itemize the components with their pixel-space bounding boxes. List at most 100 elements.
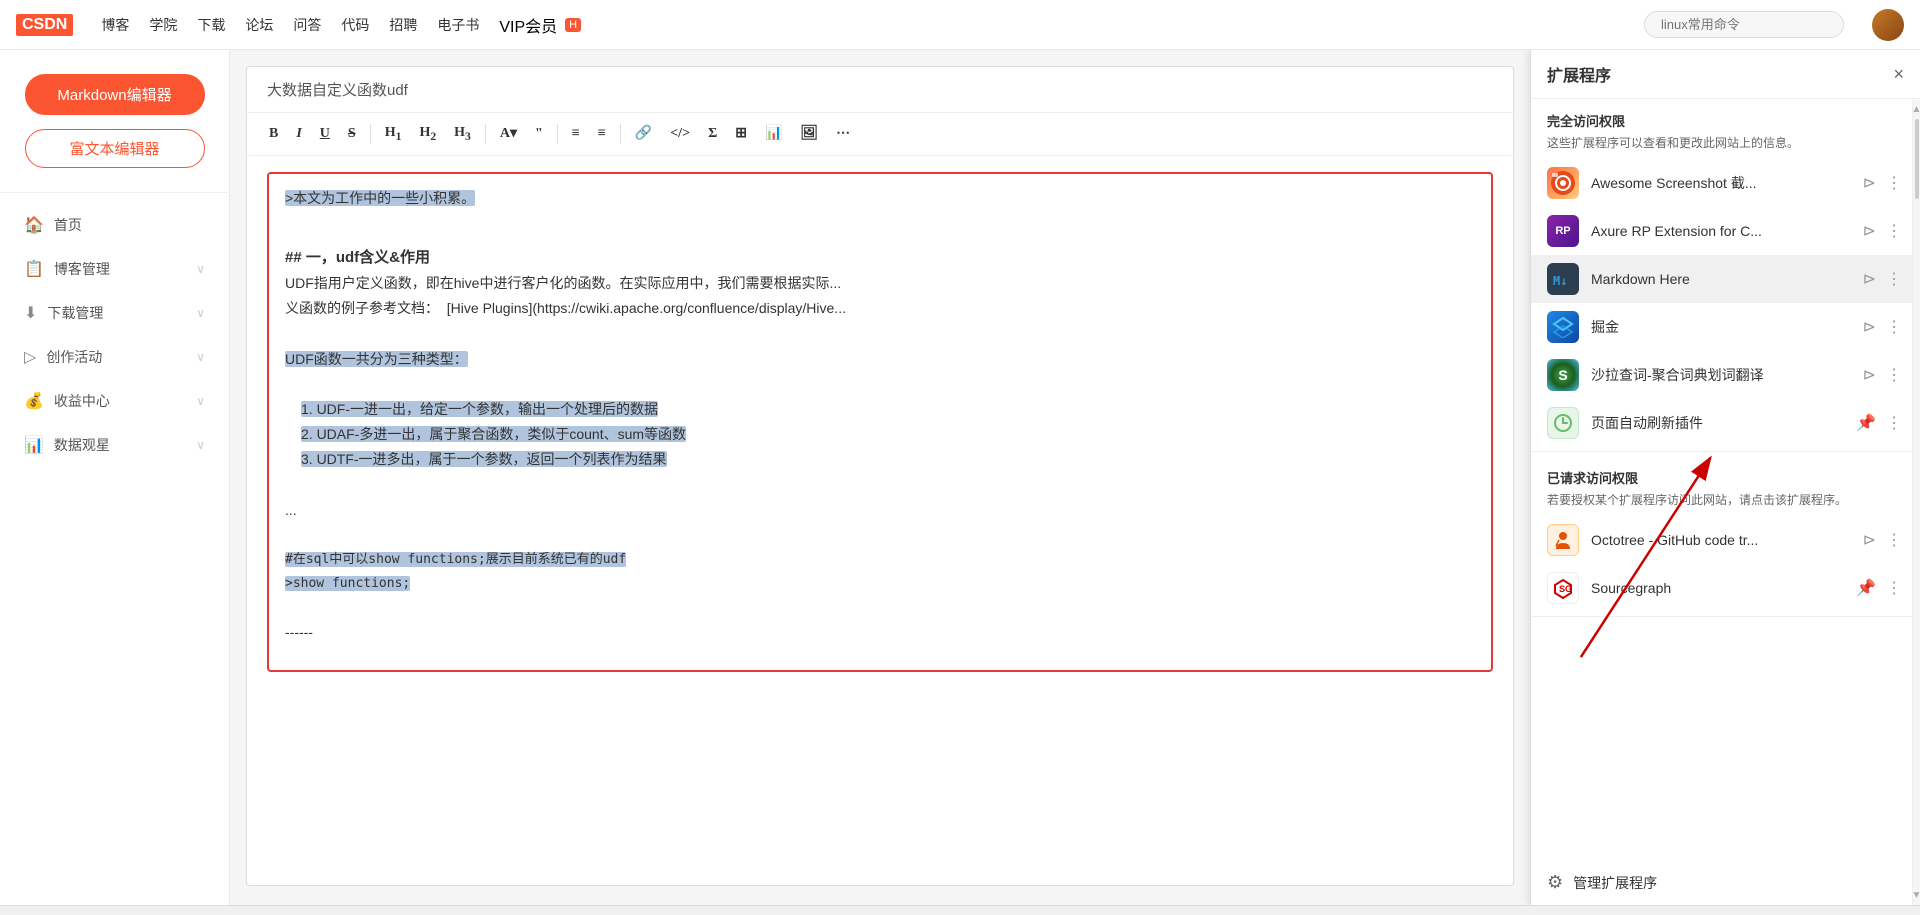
toolbar-sep-1 (370, 124, 371, 144)
sidebar-item-data-star[interactable]: 📊 数据观星 ∨ (0, 425, 229, 465)
toolbar-chart[interactable]: 📊 (759, 121, 788, 146)
toolbar-italic[interactable]: I (290, 122, 307, 146)
editor-highlighted-box[interactable]: >本文为工作中的一些小积累。 ## 一，udf含义&作用 UDF指用户定义函数，… (267, 172, 1493, 672)
toolbar-bold[interactable]: B (263, 122, 284, 146)
nav-blog[interactable]: 博客 (101, 15, 129, 35)
nav-vip[interactable]: VIP会员 H (499, 13, 581, 37)
ext-item-page-refresh[interactable]: 页面自动刷新插件 📌 ⋮ (1531, 399, 1920, 447)
csdn-logo[interactable]: CSDN (16, 14, 73, 36)
content-line-5: UDF函数一共分为三种类型： (285, 347, 1475, 372)
ext-item-sourcegraph[interactable]: SG Sourcegraph 📌 ⋮ (1531, 564, 1920, 612)
toolbar-h3[interactable]: H3 (448, 121, 477, 147)
markdown-editor-button[interactable]: Markdown编辑器 (25, 74, 205, 115)
scroll-up-button[interactable]: ▲ (1912, 104, 1920, 115)
ext-panel-title: 扩展程序 (1547, 62, 1611, 86)
toolbar-image[interactable]: 🖼 (794, 121, 824, 146)
salad-menu-button[interactable]: ⋮ (1884, 363, 1904, 387)
ext-close-button[interactable]: × (1893, 65, 1904, 83)
chevron-down-icon: ∨ (196, 262, 205, 276)
sourcegraph-pin-button[interactable]: 📌 (1854, 576, 1878, 600)
content-line-blank (285, 211, 1475, 236)
ext-actions-axure: ⊳ ⋮ (1861, 219, 1904, 243)
toolbar-h2[interactable]: H2 (413, 121, 442, 147)
toolbar-h1[interactable]: H1 (379, 121, 408, 147)
salad-pin-button[interactable]: ⊳ (1861, 363, 1878, 387)
awesome-pin-button[interactable]: ⊳ (1861, 171, 1878, 195)
toolbar-more[interactable]: ⋯ (830, 121, 856, 146)
octotree-pin-button[interactable]: ⊳ (1861, 528, 1878, 552)
nav-forum[interactable]: 论坛 (245, 15, 273, 35)
manage-extensions-label: 管理扩展程序 (1573, 873, 1657, 893)
ext-item-juejin[interactable]: 掘金 ⊳ ⋮ (1531, 303, 1920, 351)
nav-academy[interactable]: 学院 (149, 15, 177, 35)
nav-download[interactable]: 下载 (197, 15, 225, 35)
toolbar-link[interactable]: 🔗 (629, 121, 658, 146)
sidebar-item-creation[interactable]: ▷ 创作活动 ∨ (0, 337, 229, 377)
toolbar-quote[interactable]: " (529, 122, 549, 146)
ext-actions-refresh: 📌 ⋮ (1854, 411, 1904, 435)
bottom-scrollbar[interactable] (0, 905, 1920, 915)
juejin-menu-button[interactable]: ⋮ (1884, 315, 1904, 339)
nav-ebook[interactable]: 电子书 (437, 15, 479, 35)
sidebar-item-revenue-label: 收益中心 (54, 391, 110, 411)
toolbar-strikethrough[interactable]: S (342, 122, 362, 146)
toolbar-table[interactable]: ⊞ (729, 121, 753, 146)
toolbar-ordered-list[interactable]: ≡ (566, 122, 586, 146)
refresh-pin-button[interactable]: 📌 (1854, 411, 1878, 435)
toolbar-unordered-list[interactable]: ≡ (592, 122, 612, 146)
manage-extensions-footer[interactable]: ⚙ 管理扩展程序 (1531, 860, 1920, 905)
toolbar-font-color[interactable]: A▾ (494, 121, 523, 146)
content-line-3: UDF指用户定义函数，即在hive中进行客户化的函数。在实际应用中，我们需要根据… (285, 271, 1475, 296)
svg-text:SG: SG (1559, 584, 1572, 594)
ext-item-awesome-screenshot[interactable]: Awesome Screenshot 截... ⊳ ⋮ (1531, 159, 1920, 207)
avatar[interactable] (1872, 9, 1904, 41)
sidebar-item-home[interactable]: 🏠 首页 (0, 205, 229, 245)
full-access-title: 完全访问权限 (1531, 99, 1920, 134)
juejin-pin-button[interactable]: ⊳ (1861, 315, 1878, 339)
logo-text: CSDN (16, 14, 73, 36)
scroll-down-button[interactable]: ▼ (1912, 890, 1920, 901)
sourcegraph-menu-button[interactable]: ⋮ (1884, 576, 1904, 600)
sidebar-item-download-manage[interactable]: ⬇ 下载管理 ∨ (0, 293, 229, 333)
refresh-menu-button[interactable]: ⋮ (1884, 411, 1904, 435)
nav-recruit[interactable]: 招聘 (389, 15, 417, 35)
scrollbar[interactable]: ▲ ▼ (1912, 100, 1920, 905)
content-line-blank3 (285, 372, 1475, 397)
ext-item-markdown-here[interactable]: M↓ Markdown Here ⊳ ⋮ (1531, 255, 1920, 303)
sidebar-item-blog-manage[interactable]: 📋 博客管理 ∨ (0, 249, 229, 289)
axure-menu-button[interactable]: ⋮ (1884, 219, 1904, 243)
toolbar-code[interactable]: </> (664, 122, 696, 146)
toolbar-underline[interactable]: U (314, 122, 336, 146)
sidebar-item-home-label: 首页 (54, 215, 82, 235)
sidebar-divider (0, 192, 229, 193)
content-line-h2: ## 一，udf含义&作用 (285, 244, 1475, 271)
salad-name: 沙拉查词-聚合词典划词翻译 (1591, 365, 1849, 385)
axure-pin-button[interactable]: ⊳ (1861, 219, 1878, 243)
sidebar-item-revenue[interactable]: 💰 收益中心 ∨ (0, 381, 229, 421)
highlighted-text-5: 3. UDTF-一进多出，属于一个参数，返回一个列表作为结果 (301, 451, 667, 467)
highlighted-text-1: >本文为工作中的一些小积累。 (285, 190, 475, 206)
content-line-ellipsis: ... (285, 498, 1475, 523)
content-line-blank2 (285, 322, 1475, 347)
nav-qa[interactable]: 问答 (293, 15, 321, 35)
markdown-pin-button[interactable]: ⊳ (1861, 267, 1878, 291)
rich-text-editor-button[interactable]: 富文本编辑器 (25, 129, 205, 168)
ext-item-salad[interactable]: S 沙拉查词-聚合词典划词翻译 ⊳ ⋮ (1531, 351, 1920, 399)
ext-item-octotree[interactable]: Octotree - GitHub code tr... ⊳ ⋮ (1531, 516, 1920, 564)
ext-actions-octotree: ⊳ ⋮ (1861, 528, 1904, 552)
chevron-down-icon-4: ∨ (196, 394, 205, 408)
markdown-here-name: Markdown Here (1591, 271, 1849, 287)
creation-icon: ▷ (24, 347, 36, 367)
vip-badge: H (565, 18, 581, 32)
octotree-menu-button[interactable]: ⋮ (1884, 528, 1904, 552)
svg-text:M↓: M↓ (1553, 274, 1567, 288)
nav-code[interactable]: 代码 (341, 15, 369, 35)
content-line-1: >本文为工作中的一些小积累。 (285, 186, 1475, 211)
awesome-menu-button[interactable]: ⋮ (1884, 171, 1904, 195)
markdown-menu-button[interactable]: ⋮ (1884, 267, 1904, 291)
toolbar-formula[interactable]: Σ (702, 122, 723, 146)
ext-actions-sourcegraph: 📌 ⋮ (1854, 576, 1904, 600)
markdown-here-icon: M↓ (1547, 263, 1579, 295)
search-input[interactable] (1644, 11, 1844, 38)
ext-item-axure[interactable]: RP Axure RP Extension for C... ⊳ ⋮ (1531, 207, 1920, 255)
